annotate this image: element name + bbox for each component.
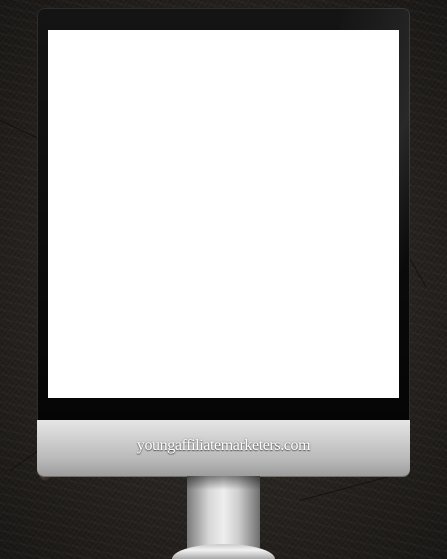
monitor-chin: youngaffiliatemarketers.com (37, 420, 410, 476)
monitor-stand-shadow (187, 476, 260, 490)
watermark-text: youngaffiliatemarketers.com (136, 437, 311, 454)
monitor-screen (48, 30, 399, 398)
